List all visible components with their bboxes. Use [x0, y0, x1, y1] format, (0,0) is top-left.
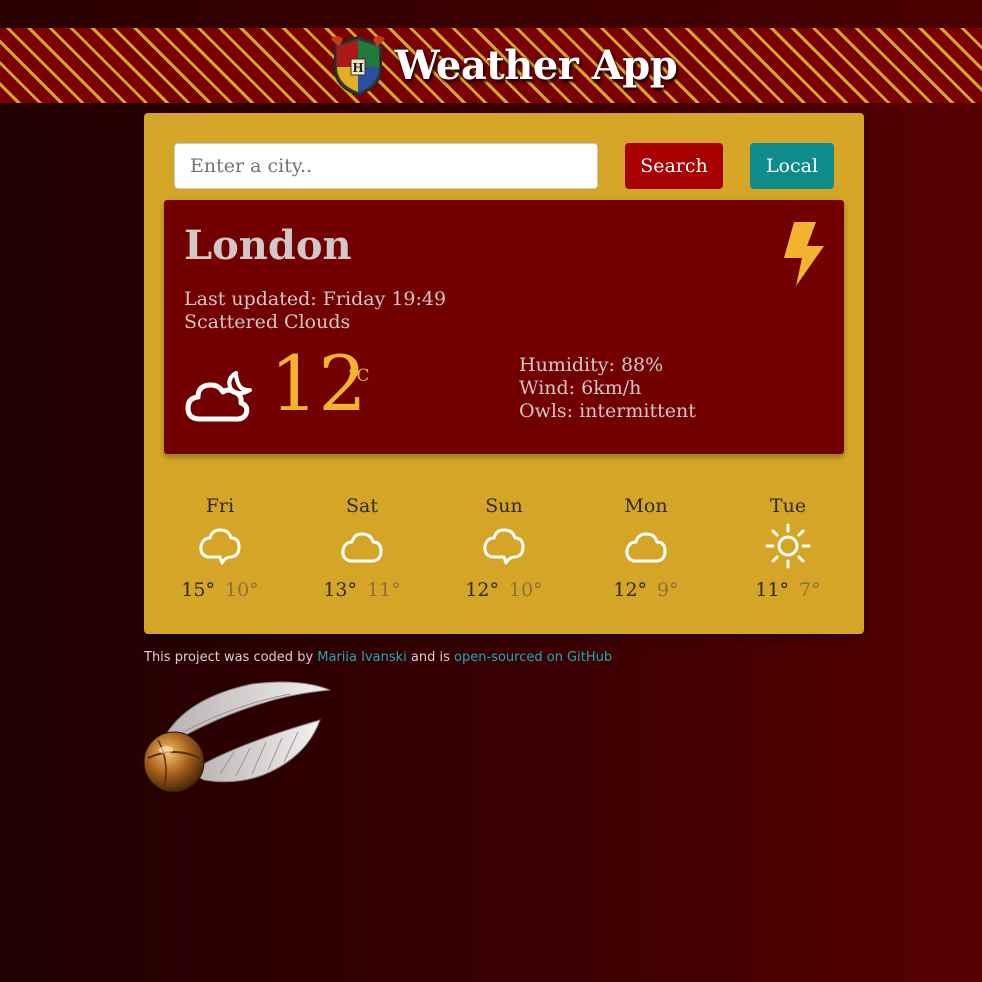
forecast-max: 15°	[181, 579, 215, 601]
golden-snitch-image	[143, 681, 331, 793]
forecast: Fri 15° 10° Sat 13° 11° Sun 12° 10° Mon	[144, 495, 864, 605]
forecast-day: Tue 11° 7°	[738, 495, 838, 601]
forecast-day-name: Sun	[485, 495, 523, 517]
hogwarts-crest-icon: H	[330, 35, 385, 96]
forecast-min: 10°	[225, 579, 259, 601]
forecast-temps: 13° 11°	[312, 579, 412, 601]
forecast-temps: 12° 10°	[454, 579, 554, 601]
forecast-temps: 11° 7°	[738, 579, 838, 601]
header-banner: H Weather App	[0, 28, 982, 103]
humidity: Humidity: 88%	[519, 354, 664, 376]
github-link[interactable]: open-sourced on GitHub	[454, 650, 612, 665]
forecast-day: Sat 13° 11°	[312, 495, 412, 601]
svg-text:H: H	[352, 61, 363, 75]
city-name: London	[184, 222, 352, 269]
forecast-max: 12°	[613, 579, 648, 601]
last-updated: Last updated: Friday 19:49	[184, 288, 447, 310]
current-weather-panel: London Last updated: Friday 19:49 Scatte…	[164, 200, 844, 454]
footer-prefix: This project was coded by	[144, 650, 314, 665]
forecast-max: 11°	[755, 579, 790, 601]
forecast-min: 9°	[657, 579, 679, 601]
lightning-bolt-icon	[784, 222, 824, 286]
forecast-day: Fri 15° 10°	[170, 495, 270, 601]
cloud-icon	[625, 532, 667, 563]
forecast-min: 10°	[509, 579, 543, 601]
forecast-min: 11°	[367, 579, 401, 601]
cloud-moon-icon	[185, 371, 252, 422]
forecast-max: 12°	[465, 579, 499, 601]
cloud-icon	[483, 528, 525, 565]
weather-card: Search Local London Last updated: Friday…	[144, 113, 864, 634]
forecast-day-name: Mon	[624, 495, 668, 517]
temperature-unit: °C	[348, 366, 370, 386]
local-button[interactable]: Local	[750, 143, 834, 189]
weather-description: Scattered Clouds	[184, 311, 351, 333]
forecast-day-name: Tue	[769, 495, 807, 517]
forecast-min: 7°	[799, 579, 821, 601]
author-link[interactable]: Mariia Ivanski	[317, 650, 407, 665]
app-title: Weather App	[394, 42, 678, 89]
forecast-temps: 15° 10°	[170, 579, 270, 601]
wind: Wind: 6km/h	[519, 377, 642, 399]
forecast-max: 13°	[323, 579, 357, 601]
owls: Owls: intermittent	[519, 400, 696, 422]
city-search-input[interactable]	[174, 143, 598, 189]
forecast-day: Sun 12° 10°	[454, 495, 554, 601]
search-button[interactable]: Search	[625, 143, 723, 189]
top-bar	[0, 0, 982, 28]
sun-icon	[765, 523, 811, 569]
forecast-temps: 12° 9°	[596, 579, 696, 601]
footer: This project was coded by Mariia Ivanski…	[144, 650, 612, 665]
forecast-day: Mon 12° 9°	[596, 495, 696, 601]
forecast-day-name: Sat	[346, 495, 378, 517]
cloud-icon	[199, 528, 241, 565]
footer-middle: and is	[410, 650, 450, 665]
forecast-day-name: Fri	[205, 495, 235, 517]
weather-details: Humidity: 88% Wind: 6km/h Owls: intermit…	[519, 354, 696, 423]
header-brand: H Weather App	[327, 33, 678, 99]
cloud-icon	[341, 532, 383, 563]
